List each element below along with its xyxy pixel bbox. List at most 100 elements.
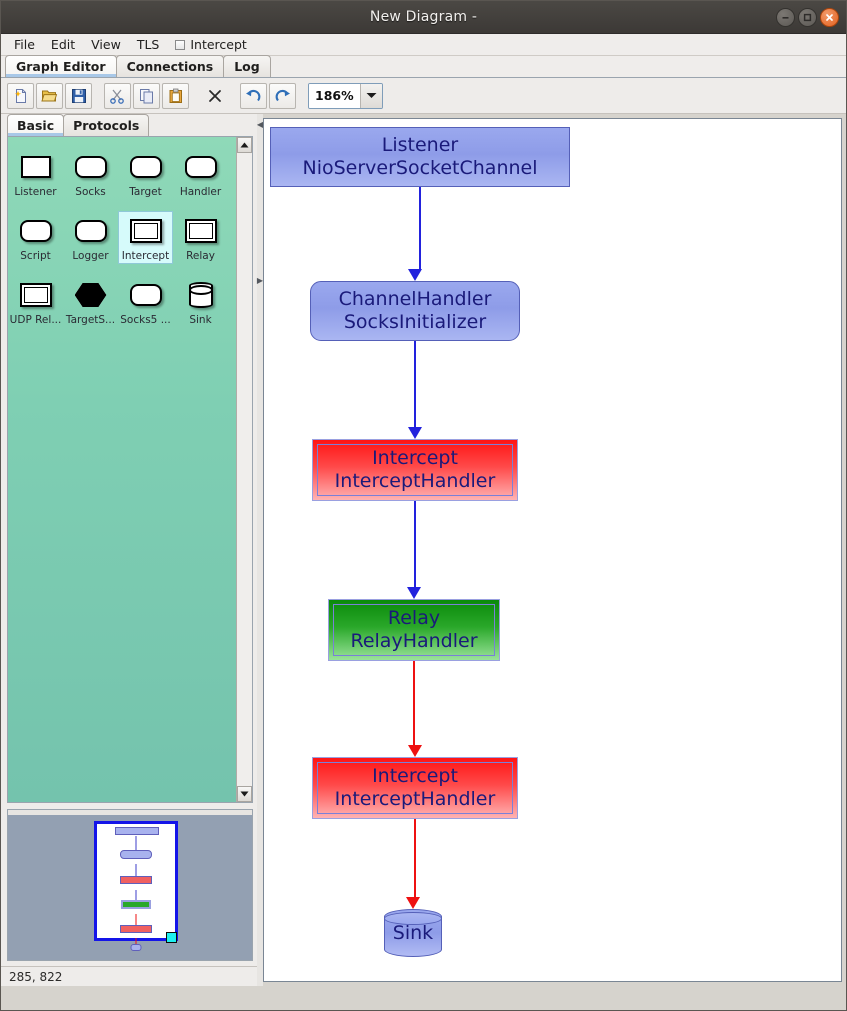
arrowhead-intercept1-to-relay (407, 587, 421, 599)
undo-button[interactable] (240, 82, 267, 109)
palette-item-listener[interactable]: Listener (8, 147, 63, 200)
scroll-down-arrow-icon[interactable] (237, 786, 252, 802)
arrowhead-listener-to-handler (408, 269, 422, 281)
save-button[interactable] (65, 82, 92, 109)
zoom-combobox[interactable]: 186% (308, 82, 383, 109)
scroll-up-arrow-icon[interactable] (237, 137, 252, 153)
palette-item-logger[interactable]: Logger (63, 211, 118, 264)
redo-button[interactable] (269, 82, 296, 109)
palette-tab-protocols[interactable]: Protocols (63, 114, 150, 136)
clipboard-icon (169, 88, 182, 103)
node-subtitle: SocksInitializer (343, 311, 487, 333)
menu-item-file[interactable]: File (7, 35, 42, 54)
open-button[interactable] (36, 82, 63, 109)
left-panel: Basic Protocols Listener Socks Target Handl… (1, 114, 257, 986)
graph-canvas-container[interactable]: Listener NioServerSocketChannel ChannelHan… (263, 118, 842, 982)
minimap-top-strip (8, 810, 252, 815)
cut-button[interactable] (104, 82, 131, 109)
window-title: New Diagram - (369, 9, 478, 25)
delete-button[interactable] (201, 83, 228, 109)
checkbox-icon[interactable] (175, 39, 186, 50)
palette-item-target[interactable]: Target (118, 147, 173, 200)
cyl-shape-icon (188, 278, 213, 312)
rect-shape-icon (20, 150, 51, 184)
graph-node-sink[interactable]: Sink (384, 909, 442, 957)
palette-item-label: Listener (14, 186, 57, 198)
open-folder-icon (41, 90, 58, 101)
resize-handle-icon[interactable] (166, 932, 177, 943)
menu-bar: File Edit View TLS Intercept (1, 34, 846, 56)
graph-node-relay[interactable]: Relay RelayHandler (328, 599, 500, 661)
edge-handler-to-intercept1[interactable] (414, 341, 416, 428)
palette-item-udp-rel[interactable]: UDP Rel... (8, 275, 63, 328)
palette-item-intercept[interactable]: Intercept (118, 211, 173, 264)
palette-tab-basic[interactable]: Basic (7, 114, 65, 136)
node-title: Relay (387, 607, 441, 629)
graph-canvas[interactable]: Listener NioServerSocketChannel ChannelHan… (264, 119, 841, 981)
minimap-viewport[interactable] (94, 821, 178, 951)
palette-item-handler[interactable]: Handler (173, 147, 228, 200)
zoom-value[interactable]: 186% (309, 83, 360, 108)
palette-item-sink[interactable]: Sink (173, 275, 228, 328)
palette-item-label: Relay (186, 250, 215, 262)
save-floppy-icon (71, 88, 86, 103)
node-title: Sink (392, 921, 434, 944)
edge-intercept1-to-relay[interactable] (414, 501, 416, 588)
palette-item-relay[interactable]: Relay (173, 211, 228, 264)
menu-item-edit[interactable]: Edit (44, 35, 82, 54)
node-subtitle: InterceptHandler (334, 788, 496, 810)
palette-item-label: Logger (72, 250, 109, 262)
palette-scrollbar[interactable] (236, 137, 252, 802)
edge-intercept2-to-sink[interactable] (414, 819, 416, 898)
double-shape-icon (129, 214, 162, 248)
paste-button[interactable] (162, 82, 189, 109)
round-shape-icon (129, 278, 162, 312)
palette-item-socks[interactable]: Socks (63, 147, 118, 200)
main-tab-bar: Graph Editor Connections Log (1, 55, 846, 78)
graph-node-listener[interactable]: Listener NioServerSocketChannel (270, 127, 570, 187)
palette-item-label: TargetS... (65, 314, 116, 326)
tab-connections[interactable]: Connections (115, 55, 225, 77)
palette-item-label: Socks5 ... (120, 314, 171, 326)
close-button[interactable] (820, 8, 839, 27)
round-shape-icon (184, 150, 217, 184)
arrowhead-intercept2-to-sink (406, 897, 420, 909)
double-shape-icon (184, 214, 217, 248)
minimize-button[interactable] (776, 8, 795, 27)
palette-item-label: Socks (75, 186, 106, 198)
copy-button[interactable] (133, 82, 160, 109)
palette-item-targets[interactable]: TargetS... (63, 275, 118, 328)
round-shape-icon (74, 150, 107, 184)
menu-item-view[interactable]: View (84, 35, 128, 54)
hex-shape-icon (74, 278, 107, 312)
tab-graph-editor[interactable]: Graph Editor (5, 55, 117, 77)
menu-checkbox-intercept[interactable]: Intercept (168, 35, 253, 54)
scissors-icon (109, 89, 124, 104)
palette-item-script[interactable]: Script (8, 211, 63, 264)
redo-arrow-icon (275, 89, 290, 101)
graph-node-intercept2[interactable]: Intercept InterceptHandler (312, 757, 518, 819)
window-controls (776, 1, 839, 34)
menu-item-tls[interactable]: TLS (130, 35, 167, 54)
copy-pages-icon (139, 88, 153, 103)
edge-listener-to-handler[interactable] (419, 187, 421, 270)
menu-checkbox-intercept-label: Intercept (190, 37, 247, 52)
palette-item-label: Intercept (121, 250, 170, 262)
arrowhead-relay-to-intercept2 (408, 745, 422, 757)
edge-relay-to-intercept2[interactable] (413, 661, 415, 746)
graph-node-intercept1[interactable]: Intercept InterceptHandler (312, 439, 518, 501)
minimap-panel[interactable] (7, 809, 253, 961)
palette-item-label: UDP Rel... (9, 314, 62, 326)
palette-item-label: Handler (179, 186, 222, 198)
status-bar: 285, 822 (1, 966, 257, 986)
palette-item-label: Target (129, 186, 162, 198)
chevron-down-icon[interactable] (360, 83, 382, 108)
node-title: Intercept (372, 447, 458, 469)
graph-node-handler[interactable]: ChannelHandler SocksInitializer (310, 281, 520, 341)
new-button[interactable] (7, 82, 34, 109)
palette-item-socks5[interactable]: Socks5 ... (118, 275, 173, 328)
round-shape-icon (74, 214, 107, 248)
toolbar: 186% (1, 78, 846, 114)
tab-log[interactable]: Log (223, 55, 271, 77)
maximize-button[interactable] (798, 8, 817, 27)
